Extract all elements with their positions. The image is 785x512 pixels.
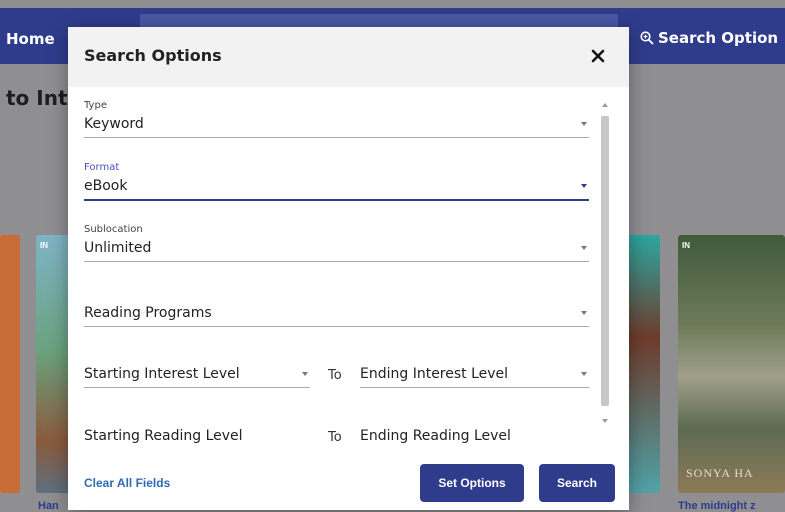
dialog-body: Type Keyword Format eBook Sublocation Un…	[68, 87, 629, 447]
availability-badge: IN	[682, 241, 690, 250]
to-label: To	[328, 368, 342, 383]
scrollbar-thumb[interactable]	[601, 116, 609, 406]
sublocation-value-text: Unlimited	[84, 240, 152, 256]
search-icon	[640, 31, 654, 45]
starting-reading-value[interactable]: Starting Reading Level	[84, 423, 310, 447]
book-cover[interactable]	[0, 235, 20, 493]
reading-programs-value[interactable]: Reading Programs	[84, 300, 589, 327]
availability-badge: IN	[40, 241, 48, 250]
starting-reading-text: Starting Reading Level	[84, 428, 243, 444]
scroll-up-arrow-icon[interactable]	[602, 103, 608, 107]
starting-interest-select[interactable]: Starting Interest Level	[84, 361, 310, 388]
book-cover[interactable]	[628, 235, 660, 493]
chevron-down-icon	[581, 311, 587, 315]
chevron-down-icon	[581, 372, 587, 376]
cover-author: SONYA HA	[686, 466, 754, 480]
starting-interest-text: Starting Interest Level	[84, 366, 240, 382]
close-icon	[591, 49, 605, 63]
search-options-dialog: Search Options Type Keyword Format eBook	[68, 27, 629, 510]
reading-programs-text: Reading Programs	[84, 305, 212, 321]
search-button[interactable]: Search	[539, 464, 615, 502]
ending-reading-text: Ending Reading Level	[360, 428, 511, 444]
set-options-button[interactable]: Set Options	[420, 464, 524, 502]
ending-interest-select[interactable]: Ending Interest Level	[360, 361, 589, 388]
format-select[interactable]: Format eBook	[84, 162, 589, 201]
type-select[interactable]: Type Keyword	[84, 100, 589, 138]
search-options-label: Search Option	[658, 29, 779, 47]
chevron-down-icon	[581, 246, 587, 250]
book-cover[interactable]: IN SONYA HA	[678, 235, 785, 493]
chevron-down-icon	[581, 122, 587, 126]
format-value[interactable]: eBook	[84, 173, 589, 201]
sublocation-value[interactable]: Unlimited	[84, 235, 589, 262]
ending-reading-value[interactable]: Ending Reading Level	[360, 423, 589, 447]
starting-interest-value[interactable]: Starting Interest Level	[84, 361, 310, 388]
book-title-link[interactable]: Han	[38, 500, 59, 512]
chevron-down-icon	[302, 372, 308, 376]
dialog-header: Search Options	[68, 27, 629, 87]
close-button[interactable]	[587, 45, 609, 67]
to-label: To	[328, 430, 342, 445]
dialog-footer: Clear All Fields Set Options Search	[68, 452, 629, 510]
book-title-link[interactable]: The midnight z	[678, 500, 756, 512]
search-options-link[interactable]: Search Option	[640, 29, 778, 47]
sublocation-select[interactable]: Sublocation Unlimited	[84, 224, 589, 262]
reading-programs-select[interactable]: Reading Programs	[84, 300, 589, 327]
scrollbar[interactable]	[598, 101, 612, 447]
clear-all-fields-link[interactable]: Clear All Fields	[84, 476, 170, 490]
ending-interest-text: Ending Interest Level	[360, 366, 509, 382]
ending-interest-value[interactable]: Ending Interest Level	[360, 361, 589, 388]
type-value-text: Keyword	[84, 116, 144, 132]
ending-reading-select[interactable]: Ending Reading Level	[360, 423, 589, 447]
book-cover[interactable]: IN	[36, 235, 70, 493]
type-label: Type	[84, 100, 107, 111]
sublocation-label: Sublocation	[84, 224, 143, 235]
format-label: Format	[84, 162, 120, 173]
home-link[interactable]: Home	[6, 30, 55, 48]
type-value[interactable]: Keyword	[84, 111, 589, 138]
dialog-title: Search Options	[84, 46, 222, 65]
chevron-down-icon	[581, 184, 587, 188]
format-value-text: eBook	[84, 178, 128, 194]
scroll-down-arrow-icon[interactable]	[602, 419, 608, 423]
starting-reading-select[interactable]: Starting Reading Level	[84, 423, 310, 447]
